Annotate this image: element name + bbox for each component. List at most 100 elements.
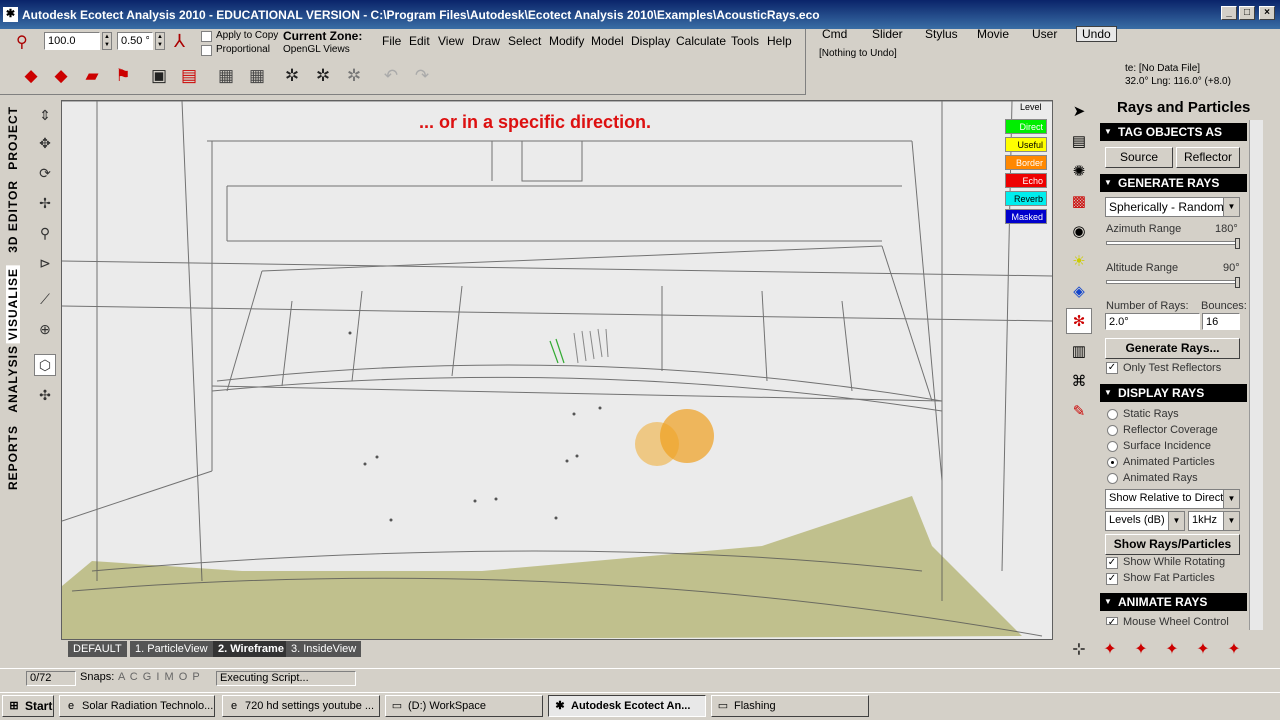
grid-icon[interactable]: ▦ (213, 63, 239, 89)
snaps-letters[interactable]: A C G I M O P (118, 671, 201, 683)
tab-analysis[interactable]: ANALYSIS (6, 345, 20, 413)
tab-cmd[interactable]: Cmd (822, 27, 847, 41)
pan-vertical-icon[interactable]: ⇕ (34, 104, 56, 126)
door-icon[interactable]: ▤ (176, 63, 202, 89)
pan-icon[interactable]: ✢ (34, 192, 56, 214)
mouse-wheel-checkbox[interactable]: ✓ (1106, 617, 1118, 625)
tab-slider[interactable]: Slider (872, 27, 903, 41)
menu-display[interactable]: Display (631, 34, 670, 48)
redo-arrow-icon[interactable]: ↷ (409, 63, 435, 89)
apply-to-copy-checkbox[interactable] (201, 31, 212, 42)
axis-icon[interactable]: ⅄ (174, 31, 185, 52)
snap-magnet-icon[interactable]: ⚲ (16, 32, 28, 52)
task-workspace[interactable]: ▭ (D:) WorkSpace (385, 695, 543, 717)
section-animate-rays[interactable]: ANIMATE RAYS (1100, 593, 1247, 611)
line-icon[interactable]: ◆ (48, 63, 74, 89)
window-icon[interactable]: ▣ (146, 63, 172, 89)
azimuth-slider[interactable] (1106, 241, 1240, 245)
view-tab-insideview[interactable]: 3. InsideView (286, 641, 362, 657)
menu-view[interactable]: View (438, 34, 464, 48)
show-rays-particles-button[interactable]: Show Rays/Particles (1105, 534, 1240, 555)
maximize-button[interactable]: □ (1239, 6, 1255, 20)
altitude-slider-thumb[interactable] (1235, 277, 1240, 288)
animated-particles-radio[interactable] (1107, 457, 1118, 468)
particles-icon[interactable]: ✲ (310, 63, 336, 89)
animated-rays-radio[interactable] (1107, 473, 1118, 484)
sun-path-icon[interactable]: ✺ (1066, 158, 1092, 184)
relative-mode-select[interactable]: Show Relative to Direct ▼ (1105, 489, 1240, 509)
minimize-button[interactable]: _ (1221, 6, 1237, 20)
proportional-checkbox[interactable] (201, 45, 212, 56)
object-icon-1[interactable]: ✦ (1097, 636, 1123, 662)
fit-view-icon[interactable]: ✣ (34, 384, 56, 406)
axes-icon[interactable]: ⟋ (34, 288, 56, 310)
generate-rays-button[interactable]: Generate Rays... (1105, 338, 1240, 359)
zone-icon[interactable]: ✲ (341, 63, 367, 89)
object-icon-5[interactable]: ✦ (1221, 636, 1247, 662)
export-icon[interactable]: ✎ (1066, 398, 1092, 424)
tab-3d-editor[interactable]: 3D EDITOR (6, 180, 20, 253)
target-icon[interactable]: ⊕ (34, 318, 56, 340)
tab-stylus[interactable]: Stylus (925, 27, 958, 41)
pointer-icon[interactable]: ➤ (1066, 98, 1092, 124)
cube-icon[interactable]: ⬡ (34, 354, 56, 376)
flag-icon[interactable]: ⚑ (110, 63, 136, 89)
menu-file[interactable]: File (382, 34, 401, 48)
reflector-coverage-radio[interactable] (1107, 425, 1118, 436)
task-720-hd-settings[interactable]: e 720 hd settings youtube ... (222, 695, 380, 717)
model-icon[interactable]: ▤ (1066, 128, 1092, 154)
bounces-input[interactable] (1202, 313, 1240, 330)
menu-modify[interactable]: Modify (549, 34, 584, 48)
object-icon-4[interactable]: ✦ (1190, 636, 1216, 662)
current-zone-value[interactable]: OpenGL Views (283, 44, 350, 55)
generation-mode-select[interactable]: Spherically - Random ▼ (1105, 197, 1240, 217)
snap-grid-icon[interactable]: ⊹ (1066, 636, 1092, 662)
task-flashing[interactable]: ▭ Flashing (711, 695, 869, 717)
tab-undo[interactable]: Undo (1076, 26, 1117, 42)
levels-select[interactable]: Levels (dB) ▼ (1105, 511, 1185, 531)
scale-input[interactable] (44, 32, 100, 50)
menu-edit[interactable]: Edit (409, 34, 430, 48)
task-ecotect[interactable]: ✱ Autodesk Ecotect An... (548, 695, 706, 717)
close-button[interactable]: × (1259, 6, 1275, 20)
rays-particles-icon[interactable]: ✻ (1066, 308, 1092, 334)
eye-icon[interactable]: ◉ (1066, 218, 1092, 244)
task-solar-radiation[interactable]: e Solar Radiation Technolo... (59, 695, 215, 717)
show-fat-particles-checkbox[interactable]: ✓ (1106, 573, 1118, 585)
3d-viewport[interactable]: ... or in a specific direction. Level (61, 100, 1053, 640)
lighting-icon[interactable]: ☀ (1066, 248, 1092, 274)
gear-icon[interactable]: ✲ (279, 63, 305, 89)
section-tag-objects[interactable]: TAG OBJECTS AS (1100, 123, 1247, 141)
undo-arrow-icon[interactable]: ↶ (378, 63, 404, 89)
step-spinner[interactable]: ▲ ▼ (155, 32, 165, 50)
static-rays-radio[interactable] (1107, 409, 1118, 420)
only-test-reflectors-checkbox[interactable]: ✓ (1106, 362, 1118, 374)
building-icon[interactable]: ▥ (1066, 338, 1092, 364)
surface-incidence-radio[interactable] (1107, 441, 1118, 452)
view-tab-wireframe[interactable]: 2. Wireframe (213, 641, 289, 657)
frequency-select[interactable]: 1kHz ▼ (1188, 511, 1240, 531)
menu-draw[interactable]: Draw (472, 34, 500, 48)
tab-user[interactable]: User (1032, 27, 1057, 41)
step-input[interactable] (117, 32, 153, 50)
menu-select[interactable]: Select (508, 34, 541, 48)
tab-movie[interactable]: Movie (977, 27, 1009, 41)
object-icon-3[interactable]: ✦ (1159, 636, 1185, 662)
source-button[interactable]: Source (1105, 147, 1173, 168)
menu-model[interactable]: Model (591, 34, 624, 48)
network-icon[interactable]: ⌘ (1066, 368, 1092, 394)
num-rays-input[interactable] (1105, 313, 1200, 330)
orbit-icon[interactable]: ⟳ (34, 162, 56, 184)
shadows-icon[interactable]: ▩ (1066, 188, 1092, 214)
perspective-icon[interactable]: ⊳ (34, 252, 56, 274)
view-tab-particleview[interactable]: 1. ParticleView (130, 641, 213, 657)
move-icon[interactable]: ✥ (34, 132, 56, 154)
tab-visualise[interactable]: VISUALISE (6, 265, 20, 344)
menu-tools[interactable]: Tools (731, 34, 759, 48)
azimuth-slider-thumb[interactable] (1235, 238, 1240, 249)
section-display-rays[interactable]: DISPLAY RAYS (1100, 384, 1247, 402)
panel-scrollbar[interactable] (1249, 120, 1263, 630)
view-tab-default[interactable]: DEFAULT (68, 641, 127, 657)
grid-analysis-icon[interactable]: ◈ (1066, 278, 1092, 304)
mesh-icon[interactable]: ▦ (244, 63, 270, 89)
